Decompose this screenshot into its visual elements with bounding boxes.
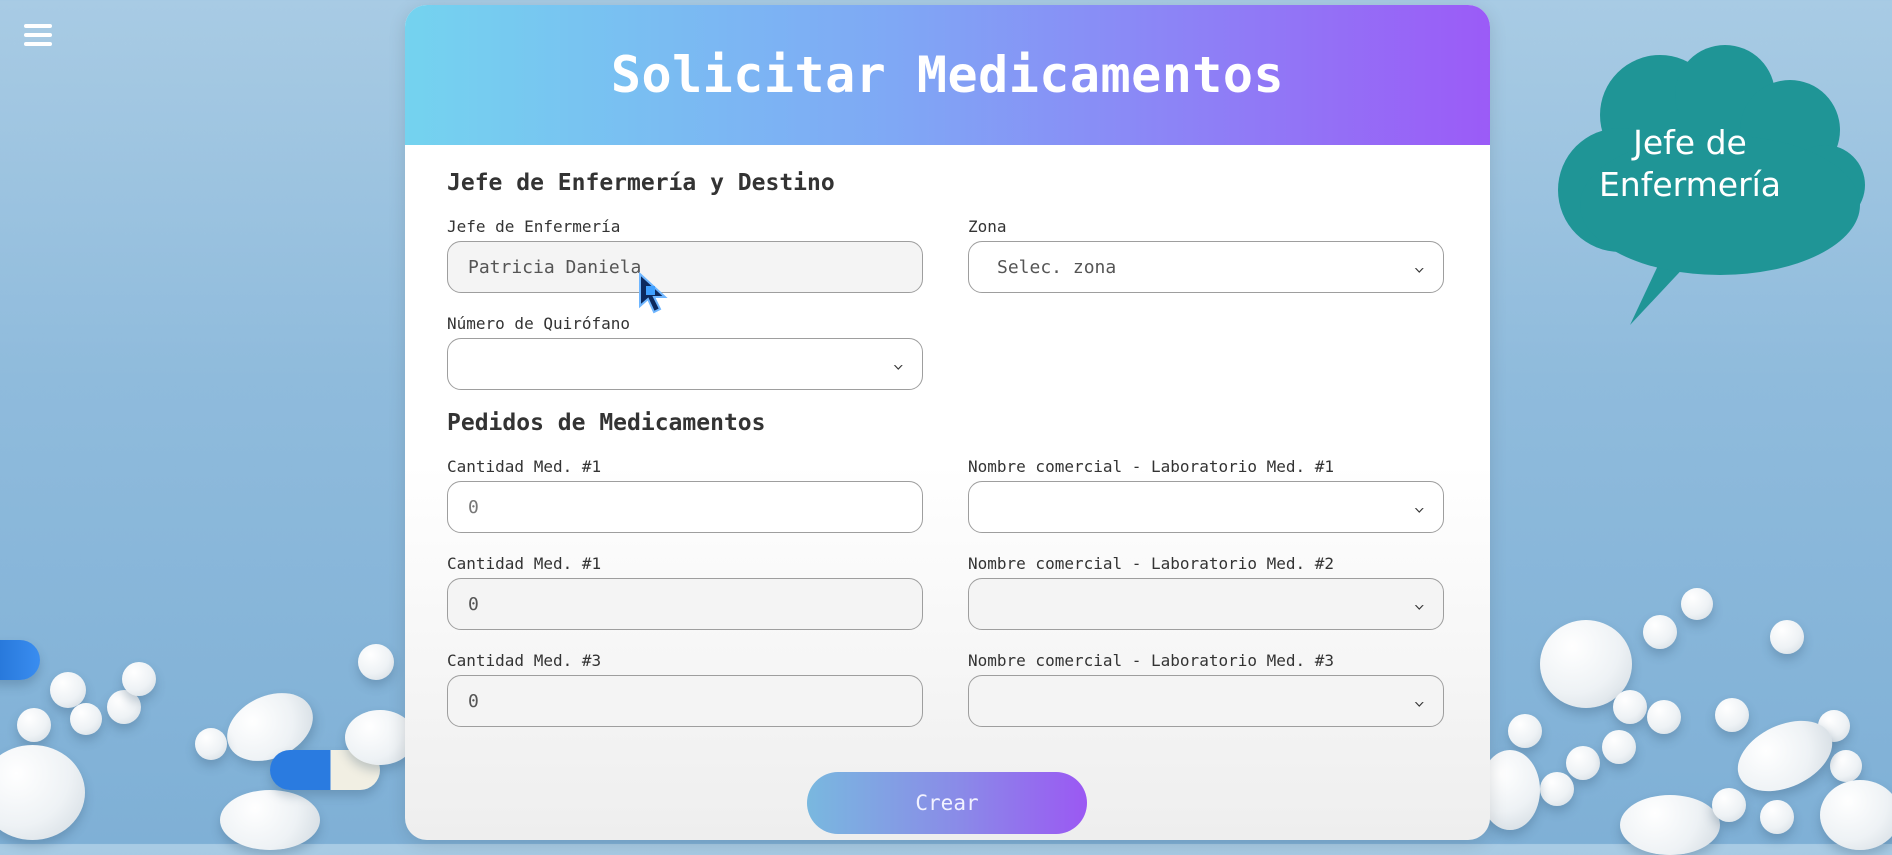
menu-bar [24,24,52,28]
pill [1620,795,1720,855]
pill [1566,746,1600,780]
chevron-down-icon: ⌄ [1412,499,1425,515]
head-nurse-label: Jefe de Enfermería [447,217,621,236]
chevron-down-icon: ⌄ [1412,693,1425,709]
quantity-label: Cantidad Med. #1 [447,457,602,476]
pill [220,790,320,850]
hamburger-menu-icon[interactable] [24,24,52,46]
create-button[interactable]: Crear [807,772,1087,834]
pill [1715,698,1749,732]
card-header: Solicitar Medicamentos [405,5,1490,145]
pill [1508,714,1542,748]
quantity-label: Cantidad Med. #3 [447,651,602,670]
pill [358,644,394,680]
quantity-input[interactable]: 0 [447,481,923,533]
pill [1647,700,1681,734]
chevron-down-icon: ⌄ [891,356,904,372]
quantity-value: 0 [468,593,479,615]
pill [195,728,227,760]
page-title: Solicitar Medicamentos [610,46,1285,104]
medication-name-select[interactable]: ⌄ [968,675,1444,727]
pill [1712,788,1746,822]
medication-name-label: Nombre comercial - Laboratorio Med. #2 [968,554,1335,573]
menu-bar [24,33,52,37]
section-title-orders: Pedidos de Medicamentos [447,410,766,436]
section-title-destination: Jefe de Enfermería y Destino [447,170,835,196]
medication-name-label: Nombre comercial - Laboratorio Med. #1 [968,457,1335,476]
pill [1602,730,1636,764]
pill [0,745,85,840]
pill [1681,588,1713,620]
request-form-card: Solicitar Medicamentos Jefe de Enfermerí… [405,5,1490,840]
pill [1540,772,1574,806]
chevron-down-icon: ⌄ [1412,596,1425,612]
medication-name-select[interactable]: ⌄ [968,481,1444,533]
head-nurse-value: Patricia Daniela [468,256,642,278]
medication-name-select[interactable]: ⌄ [968,578,1444,630]
mouse-pointer-icon [639,272,668,314]
menu-bar [24,42,52,46]
pill [122,662,156,696]
zone-label: Zona [968,217,1007,236]
medication-name-label: Nombre comercial - Laboratorio Med. #3 [968,651,1335,670]
quantity-value: 0 [468,496,479,518]
pill [1830,750,1862,782]
quantity-label: Cantidad Med. #1 [447,554,602,573]
quantity-input[interactable]: 0 [447,578,923,630]
pill [1770,620,1804,654]
pill [50,672,86,708]
pill [17,708,51,742]
head-nurse-field[interactable]: Patricia Daniela [447,241,923,293]
chevron-down-icon: ⌄ [1412,259,1425,275]
pill [70,703,102,735]
zone-selected-value: Selec. zona [997,256,1117,278]
quantity-value: 0 [468,690,479,712]
pill [1820,780,1892,850]
pill [1760,800,1794,834]
quantity-input[interactable]: 0 [447,675,923,727]
operating-room-select[interactable]: ⌄ [447,338,923,390]
pill [1613,690,1647,724]
blue-capsule-left [0,640,40,680]
role-badge-label: Jefe de Enfermería [1598,123,1782,204]
pill [1643,615,1677,649]
zone-select[interactable]: Selec. zona ⌄ [968,241,1444,293]
operating-room-label: Número de Quirófano [447,314,631,333]
